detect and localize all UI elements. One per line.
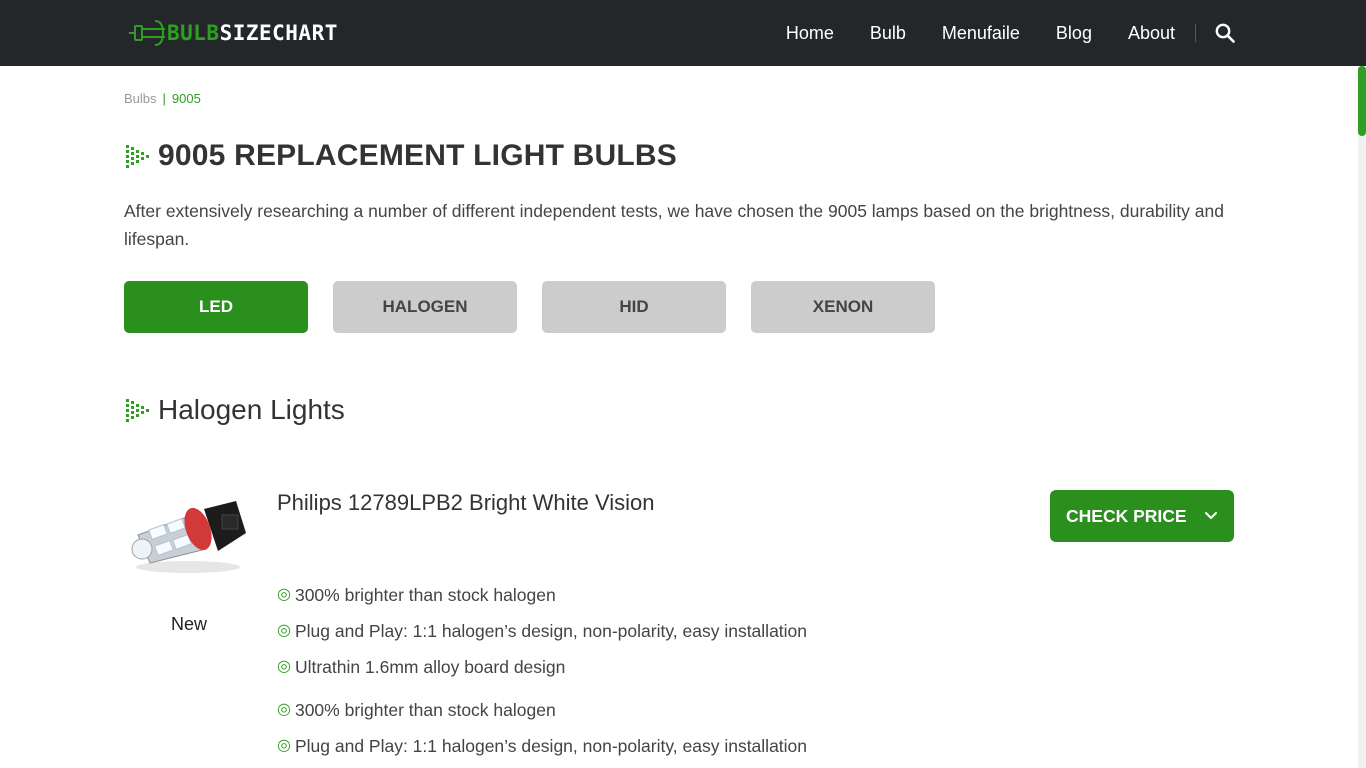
tab-hid[interactable]: HID <box>542 281 726 333</box>
intro-text: After extensively researching a number o… <box>124 201 1224 249</box>
product-image[interactable] <box>130 487 250 577</box>
breadcrumb-separator: | <box>162 91 166 106</box>
main-nav: Home Bulb Menufaile Blog About <box>750 0 1236 66</box>
arrow-dots-icon <box>126 145 149 168</box>
feature-item: ◎ Plug and Play: 1:1 halogen’s design, no… <box>277 617 807 653</box>
nav-menufaile[interactable]: Menufaile <box>942 23 1020 44</box>
bullet-circle-icon: ◎ <box>277 737 291 754</box>
chevron-down-icon <box>1205 512 1217 519</box>
tab-halogen[interactable]: HALOGEN <box>333 281 517 333</box>
check-price-button[interactable]: CHECK PRICE <box>1050 490 1234 542</box>
breadcrumb-link-bulbs[interactable]: Bulbs <box>124 91 157 106</box>
nav-about[interactable]: About <box>1128 23 1175 44</box>
scrollbar-track[interactable] <box>1358 66 1366 768</box>
bullet-circle-icon: ◎ <box>277 701 291 718</box>
bullet-circle-icon: ◎ <box>277 658 291 675</box>
feature-item: ◎ Ultrathin 1.6mm alloy board design <box>277 653 807 689</box>
nav-divider <box>1195 24 1196 42</box>
nav-blog[interactable]: Blog <box>1056 23 1092 44</box>
feature-item: ◎ Plug and Play: 1:1 halogen’s design, no… <box>277 732 807 768</box>
bullet-circle-icon: ◎ <box>277 586 291 603</box>
feature-item: ◎ 300% brighter than stock halogen <box>277 581 807 617</box>
search-button[interactable] <box>1214 22 1236 44</box>
check-price-label: CHECK PRICE <box>1066 505 1187 526</box>
bulb-type-tabs: LED HALOGEN HID XENON <box>124 281 960 333</box>
feature-item: ◎ 300% brighter than stock halogen <box>277 696 807 732</box>
arrow-dots-icon <box>126 399 149 422</box>
tab-xenon[interactable]: XENON <box>751 281 935 333</box>
nav-home[interactable]: Home <box>786 23 834 44</box>
bulb-logo-icon <box>129 20 165 46</box>
breadcrumb-current[interactable]: 9005 <box>172 91 201 106</box>
top-navbar: BULBSIZECHART Home Bulb Menufaile Blog A… <box>0 0 1366 66</box>
scrollbar-thumb[interactable] <box>1358 66 1366 136</box>
tab-led[interactable]: LED <box>124 281 308 333</box>
site-logo[interactable]: BULBSIZECHART <box>129 19 338 47</box>
page-title-row: 9005 REPLACEMENT LIGHT BULBS <box>124 139 677 173</box>
search-icon <box>1215 23 1235 43</box>
logo-text-sizechart: SIZECHART <box>219 21 338 45</box>
product-features: ◎ 300% brighter than stock halogen ◎ Plug … <box>277 581 807 768</box>
product-title[interactable]: Philips 12789LPB2 Bright White Vision <box>277 490 654 516</box>
breadcrumb: Bulbs | 9005 <box>124 91 201 106</box>
section-title: Halogen Lights <box>158 394 345 425</box>
bullet-circle-icon: ◎ <box>277 622 291 639</box>
led-bulb-icon <box>131 501 246 573</box>
page-title: 9005 REPLACEMENT LIGHT BULBS <box>158 139 677 172</box>
logo-text-bulb: BULB <box>167 21 220 45</box>
product-condition-badge: New <box>170 614 207 634</box>
section-title-row: Halogen Lights <box>124 394 345 426</box>
nav-bulb[interactable]: Bulb <box>870 23 906 44</box>
